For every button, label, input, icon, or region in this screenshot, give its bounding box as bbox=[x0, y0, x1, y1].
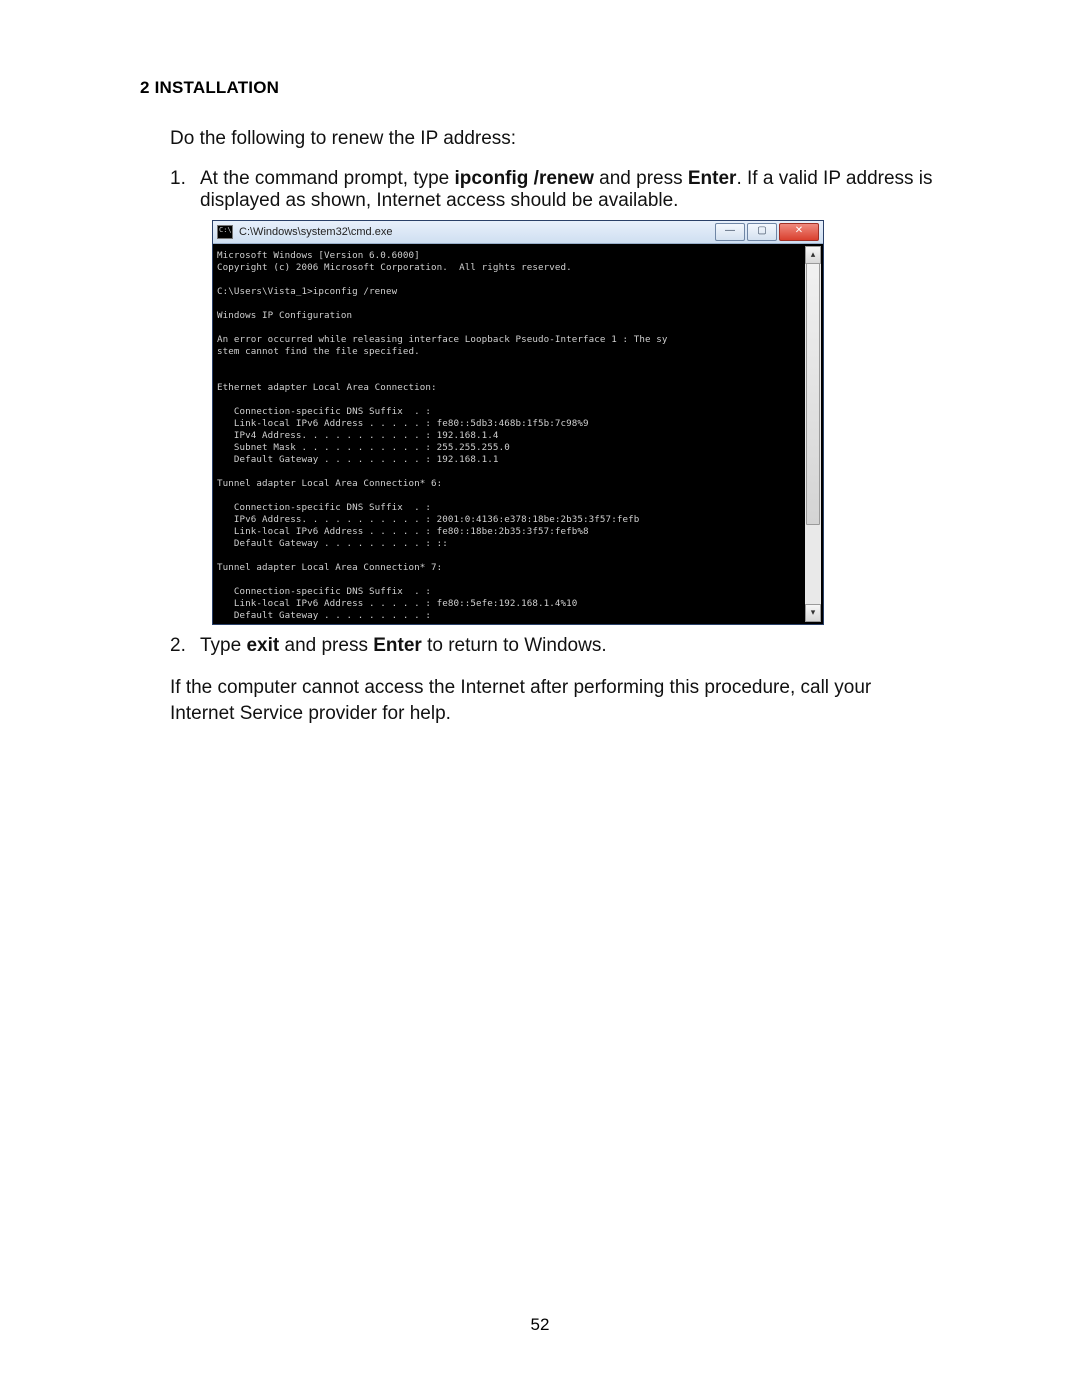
cmd-icon bbox=[217, 225, 233, 239]
scroll-up-button[interactable]: ▴ bbox=[805, 246, 821, 264]
step-2-post: to return to Windows. bbox=[422, 635, 607, 656]
step-1-pre: At the command prompt, type bbox=[200, 168, 455, 189]
vertical-scrollbar[interactable]: ▴ ▾ bbox=[805, 246, 821, 622]
step-1-text: At the command prompt, type ipconfig /re… bbox=[200, 168, 940, 212]
window-titlebar: C:\Windows\system32\cmd.exe — ▢ ✕ bbox=[213, 221, 823, 244]
scroll-thumb[interactable] bbox=[806, 263, 820, 525]
step-2-mid: and press bbox=[279, 635, 373, 656]
step-2-pre: Type bbox=[200, 635, 246, 656]
step-1-mid: and press bbox=[594, 168, 688, 189]
close-button[interactable]: ✕ bbox=[779, 223, 819, 241]
step-2: 2. Type exit and press Enter to return t… bbox=[170, 635, 940, 657]
step-1-enter: Enter bbox=[688, 168, 737, 189]
step-2-command: exit bbox=[246, 635, 279, 656]
step-1-number: 1. bbox=[170, 168, 200, 212]
outro-text: If the computer cannot access the Intern… bbox=[170, 675, 940, 726]
page-number: 52 bbox=[0, 1315, 1080, 1335]
step-1: 1. At the command prompt, type ipconfig … bbox=[170, 168, 940, 212]
console-output[interactable]: Microsoft Windows [Version 6.0.6000] Cop… bbox=[215, 246, 821, 622]
maximize-button[interactable]: ▢ bbox=[747, 223, 777, 241]
step-2-text: Type exit and press Enter to return to W… bbox=[200, 635, 940, 657]
section-header: 2 INSTALLATION bbox=[140, 78, 940, 98]
scroll-down-button[interactable]: ▾ bbox=[805, 604, 821, 622]
command-prompt-window: C:\Windows\system32\cmd.exe — ▢ ✕ Micros… bbox=[212, 220, 824, 625]
step-2-enter: Enter bbox=[373, 635, 422, 656]
minimize-button[interactable]: — bbox=[715, 223, 745, 241]
window-title: C:\Windows\system32\cmd.exe bbox=[239, 226, 715, 238]
step-1-command: ipconfig /renew bbox=[455, 168, 594, 189]
intro-text: Do the following to renew the IP address… bbox=[170, 128, 940, 150]
step-2-number: 2. bbox=[170, 635, 200, 657]
